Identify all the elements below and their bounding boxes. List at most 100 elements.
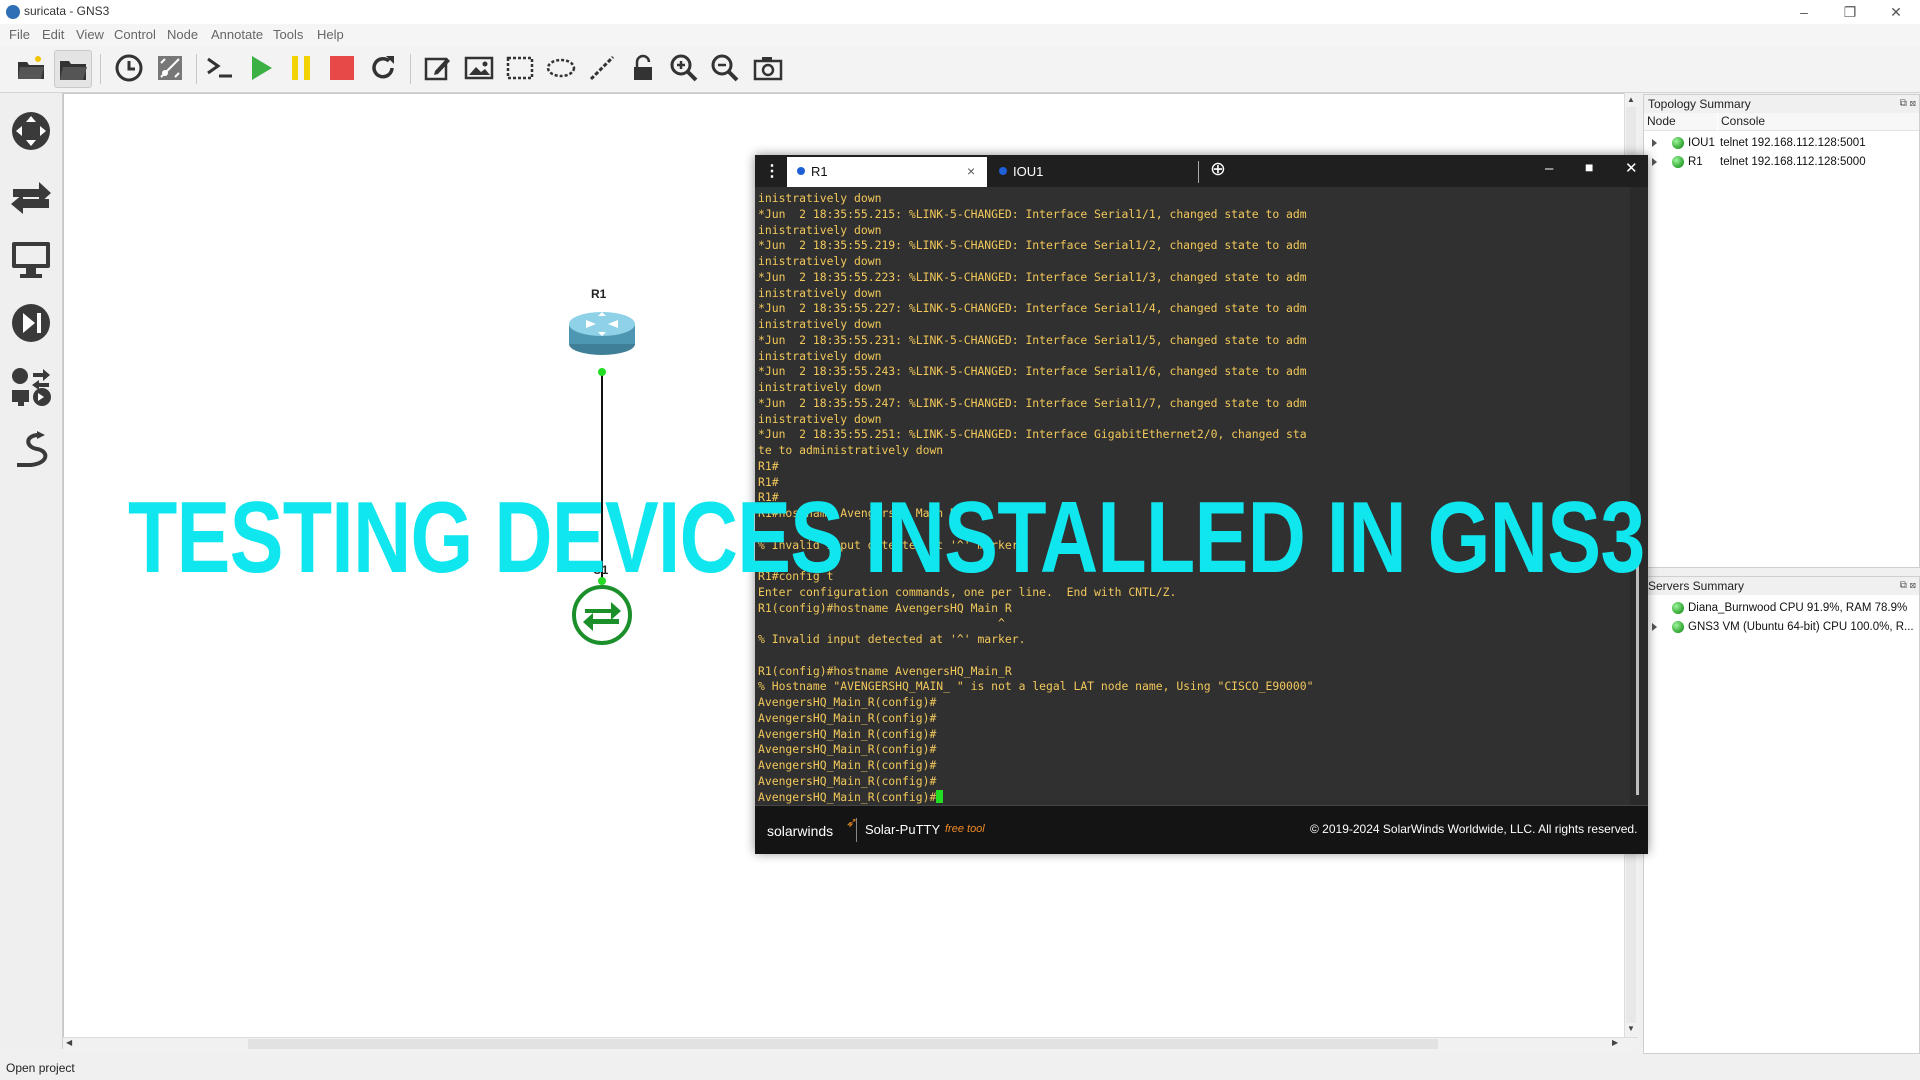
server-info: GNS3 VM (Ubuntu 64-bit) CPU 100.0%, R... — [1688, 621, 1914, 633]
zoom-out-icon[interactable] — [707, 50, 743, 86]
tab-iou1[interactable]: IOU1 — [989, 157, 1189, 187]
node-name: R1 — [1688, 156, 1703, 168]
status-running-icon — [1672, 156, 1684, 168]
terminal-line: ^ — [758, 616, 1005, 631]
putty-close-button[interactable]: ✕ — [1625, 159, 1638, 177]
menu-help[interactable]: Help — [317, 27, 344, 42]
putty-maximize-button[interactable]: ■ — [1585, 159, 1593, 175]
end-devices-icon[interactable] — [8, 236, 54, 282]
tab-status-dot — [797, 167, 805, 175]
terminal-line: % Hostname "AVENGERSHQ_MAIN_ " is not a … — [758, 679, 1314, 694]
canvas-horizontal-scroll-thumb[interactable] — [248, 1039, 1438, 1049]
node-console: telnet 192.168.112.128:5000 — [1720, 156, 1866, 168]
scroll-down-arrow[interactable]: ▼ — [1627, 1024, 1635, 1033]
menu-tools[interactable]: Tools — [273, 27, 303, 42]
terminal-line: AvengersHQ_Main_R(config)# — [758, 695, 937, 709]
node-label-r1: R1 — [591, 287, 607, 301]
zoom-in-icon[interactable] — [666, 50, 702, 86]
menu-annotate[interactable]: Annotate — [211, 27, 263, 42]
terminal-line: *Jun 2 18:35:55.219: %LINK-5-CHANGED: In… — [758, 238, 1307, 253]
add-tab-icon[interactable]: ⊕ — [1210, 158, 1226, 181]
putty-menu-icon[interactable]: ⋮ — [764, 161, 780, 181]
link-status-dot-r1 — [598, 368, 606, 376]
terminal-line: AvengersHQ_Main_R(config)# — [758, 710, 937, 725]
terminal-line: AvengersHQ_Main_R(config)# — [758, 773, 937, 788]
server-row[interactable]: GNS3 VM (Ubuntu 64-bit) CPU 100.0%, R... — [1644, 618, 1919, 636]
menu-node[interactable]: Node — [167, 27, 198, 42]
draw-ellipse-icon[interactable] — [543, 50, 579, 86]
add-note-icon[interactable] — [420, 50, 456, 86]
scroll-right-arrow[interactable]: ▶ — [1612, 1038, 1618, 1047]
servers-summary-panel: Servers Summary ⧉ ⊠ Diana_Burnwood CPU 9… — [1643, 576, 1920, 1054]
topology-summary-panel: Topology Summary ⧉ ⊠ Node Console IOU1 t… — [1643, 94, 1920, 568]
column-console[interactable]: Console — [1718, 113, 1919, 131]
pause-all-icon[interactable] — [283, 50, 319, 86]
terminal-line: *Jun 2 18:35:55.231: %LINK-5-CHANGED: In… — [758, 332, 1307, 347]
tab-close-icon[interactable]: × — [967, 163, 975, 179]
terminal-line: AvengersHQ_Main_R(config)# — [758, 789, 1313, 806]
server-info: Diana_Burnwood CPU 91.9%, RAM 78.9% — [1688, 602, 1908, 614]
routers-icon[interactable] — [8, 108, 54, 154]
scroll-up-arrow[interactable]: ▲ — [1627, 95, 1635, 104]
console-all-icon[interactable] — [202, 50, 238, 86]
copyright-text: © 2019-2024 SolarWinds Worldwide, LLC. A… — [1310, 822, 1638, 836]
terminal-cursor — [936, 789, 944, 803]
scroll-left-arrow[interactable]: ◀ — [66, 1038, 72, 1047]
column-node[interactable]: Node — [1644, 113, 1717, 131]
status-bar: Open project — [0, 1056, 1920, 1080]
terminal-line: R1(config)#hostname AvengersHQ_Main_R — [758, 663, 1012, 678]
security-devices-icon[interactable] — [8, 300, 54, 346]
all-devices-icon[interactable] — [8, 364, 54, 410]
menu-view[interactable]: View — [76, 27, 104, 42]
terminal-line: R1# — [758, 458, 779, 473]
router-icon[interactable] — [568, 306, 636, 358]
add-link-icon[interactable] — [8, 428, 54, 474]
terminal-line: inistratively down — [758, 411, 882, 426]
menu-control[interactable]: Control — [114, 27, 156, 42]
putty-tab-bar: ⋮ R1 × IOU1 ⊕ – ■ ✕ — [755, 155, 1648, 187]
status-text: Open project — [6, 1061, 75, 1075]
expand-arrow-icon[interactable] — [1652, 623, 1657, 631]
switches-icon[interactable] — [8, 172, 54, 218]
close-button[interactable]: ✕ — [1876, 2, 1916, 22]
stop-all-icon[interactable] — [324, 50, 360, 86]
reload-all-icon[interactable] — [365, 50, 401, 86]
topology-row[interactable]: R1 telnet 192.168.112.128:5000 — [1644, 153, 1919, 171]
server-status-icon — [1672, 602, 1684, 614]
terminal-line: inistratively down — [758, 285, 882, 300]
maximize-button[interactable]: ❐ — [1830, 2, 1870, 22]
window-title: suricata - GNS3 — [24, 4, 110, 18]
panel-dock-buttons[interactable]: ⧉ ⊠ — [1900, 98, 1916, 109]
insert-image-icon[interactable] — [461, 50, 497, 86]
terminal-line: inistratively down — [758, 222, 882, 237]
tab-status-dot — [999, 167, 1007, 175]
putty-minimize-button[interactable]: – — [1545, 160, 1553, 177]
terminal-line: *Jun 2 18:35:55.223: %LINK-5-CHANGED: In… — [758, 269, 1307, 284]
screenshot-icon[interactable] — [750, 50, 786, 86]
expand-arrow-icon[interactable] — [1652, 158, 1657, 166]
gns3-app-icon — [6, 5, 20, 19]
panel-dock-buttons[interactable]: ⧉ ⊠ — [1900, 580, 1916, 591]
menu-file[interactable]: File — [9, 27, 30, 42]
draw-line-icon[interactable] — [584, 50, 620, 86]
tab-label: IOU1 — [1013, 164, 1044, 179]
topology-row[interactable]: IOU1 telnet 192.168.112.128:5001 — [1644, 134, 1919, 152]
minimize-button[interactable]: – — [1784, 2, 1824, 22]
menu-edit[interactable]: Edit — [42, 27, 64, 42]
expand-arrow-icon[interactable] — [1652, 139, 1657, 147]
servers-summary-title: Servers Summary — [1644, 577, 1919, 595]
start-all-icon[interactable] — [243, 50, 279, 86]
tab-r1[interactable]: R1 × — [787, 157, 987, 187]
lock-icon[interactable] — [625, 50, 661, 86]
draw-rectangle-icon[interactable] — [502, 50, 538, 86]
terminal-line: *Jun 2 18:35:55.227: %LINK-5-CHANGED: In… — [758, 301, 1307, 316]
overlay-banner: TESTING DEVICES INSTALLED IN GNS3 — [128, 482, 1645, 594]
node-console: telnet 192.168.112.128:5001 — [1720, 137, 1866, 149]
server-row[interactable]: Diana_Burnwood CPU 91.9%, RAM 78.9% — [1644, 599, 1919, 617]
open-project-icon[interactable] — [54, 50, 92, 88]
new-project-icon[interactable] — [13, 50, 49, 86]
snapshot-icon[interactable] — [111, 50, 147, 86]
status-running-icon — [1672, 137, 1684, 149]
show-interfaces-icon[interactable] — [152, 50, 188, 86]
